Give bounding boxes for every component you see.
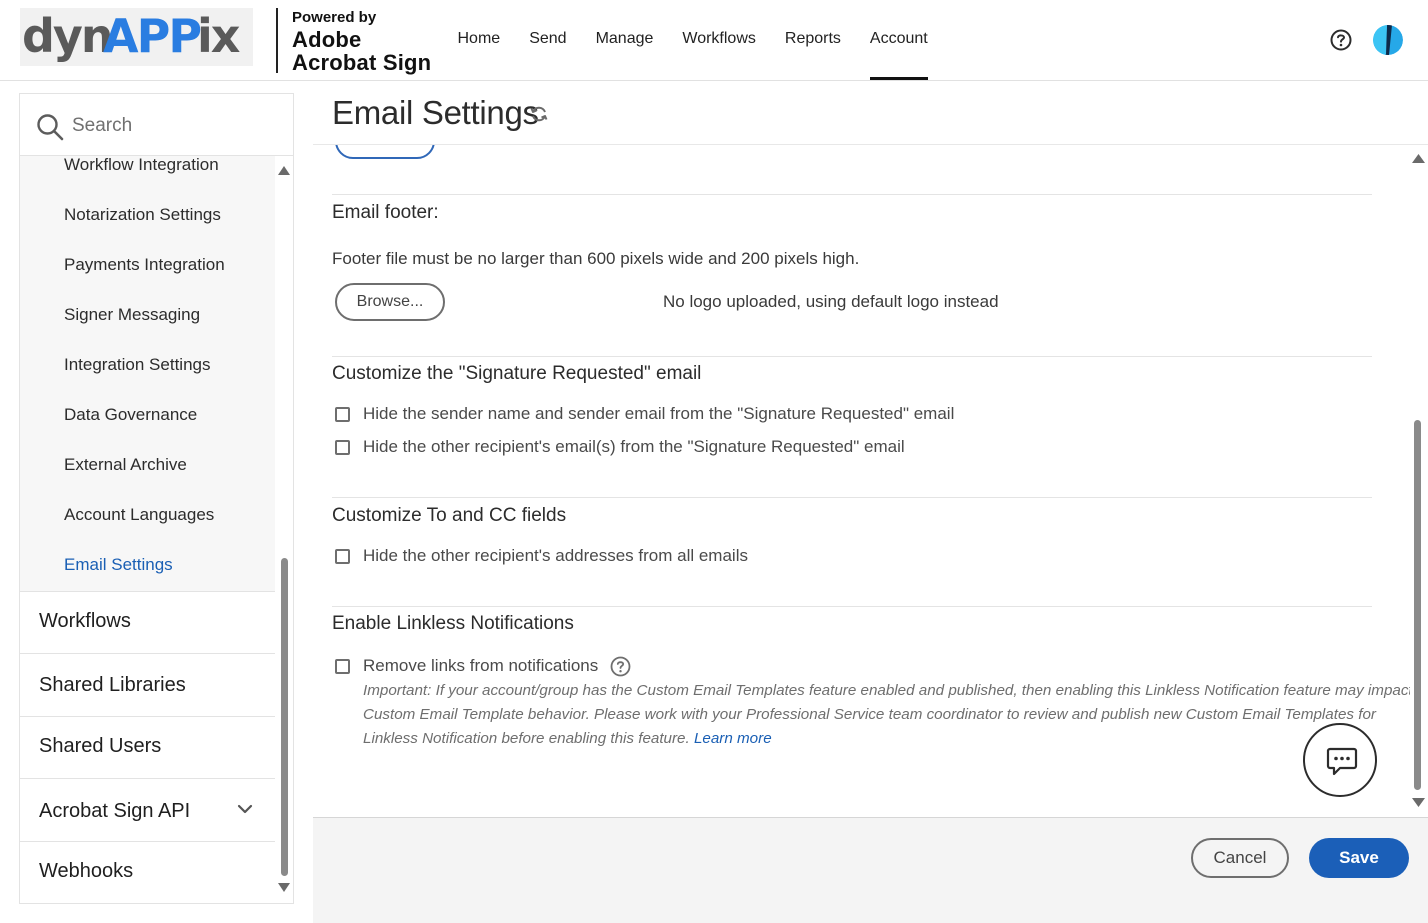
section-divider [332,194,1372,195]
remove-links-label: Remove links from notifications [363,656,599,675]
search-input[interactable] [72,108,272,144]
page-title: Email Settings [332,94,539,131]
dynappix-logo[interactable]: dyn APP ix [20,8,253,66]
content-scrollbar[interactable] [1410,145,1428,817]
scroll-up-arrow-icon[interactable] [1412,154,1425,163]
user-avatar[interactable] [1373,25,1403,55]
sidebar-item-label: Shared Libraries [39,674,186,696]
settings-content: Clear Email footer: Footer file must be … [313,145,1410,817]
chevron-down-icon[interactable] [237,801,253,817]
nav-account[interactable]: Account [855,0,942,80]
important-text: Important: If your account/group has the… [363,682,1410,747]
scroll-down-arrow-icon[interactable] [1412,798,1425,807]
settings-sidebar: Workflow Integration Notarization Settin… [19,93,294,904]
content-scroll-thumb[interactable] [1414,420,1421,790]
hide-addresses-checkbox[interactable] [335,548,350,564]
sidebar-scrollbar[interactable] [276,156,293,903]
section-divider [332,356,1372,357]
scroll-down-arrow-icon[interactable] [278,883,290,892]
hide-sender-label: Hide the sender name and sender email fr… [363,404,955,423]
email-footer-title: Email footer: [332,202,439,223]
chat-button[interactable] [1303,723,1377,797]
section-divider [332,606,1372,607]
sidebar-item-email-settings[interactable]: Email Settings [64,555,173,575]
sidebar-item-payments-integration[interactable]: Payments Integration [64,255,225,275]
remove-links-checkbox[interactable] [335,658,350,674]
sidebar-item-external-archive[interactable]: External Archive [64,455,187,475]
sidebar-item-workflow-integration[interactable]: Workflow Integration [64,155,219,175]
svg-text:dyn: dyn [22,9,112,63]
to-cc-title: Customize To and CC fields [332,505,567,526]
nav-home[interactable]: Home [443,0,515,80]
top-header: dyn APP ix Powered by Adobe Acrobat Sign… [0,0,1428,81]
section-divider [332,497,1372,498]
sidebar-item-data-governance[interactable]: Data Governance [64,405,197,425]
scroll-up-arrow-icon[interactable] [278,166,290,175]
sidebar-item-label: Shared Users [39,735,162,757]
hide-addresses-option: Hide the other recipient's addresses fro… [335,545,748,567]
refresh-icon[interactable] [529,104,549,124]
sidebar-item-label: Acrobat Sign API [39,800,191,822]
email-footer-note: Footer file must be no larger than 600 p… [332,249,860,268]
sidebar-search [20,94,293,156]
linkless-title: Enable Linkless Notifications [332,613,574,634]
cancel-button[interactable]: Cancel [1191,838,1289,878]
sidebar-list: Workflow Integration Notarization Settin… [20,155,275,903]
signature-requested-title: Customize the "Signature Requested" emai… [332,363,702,384]
hide-sender-checkbox[interactable] [335,406,350,422]
account-settings-sublist: Workflow Integration Notarization Settin… [20,155,275,592]
logo-status-text: No logo uploaded, using default logo ins… [663,292,999,311]
nav-reports[interactable]: Reports [770,0,855,80]
remove-links-option: Remove links from notifications [335,655,631,677]
hide-sender-option: Hide the sender name and sender email fr… [335,403,954,425]
chat-bubble-icon [1326,747,1358,776]
clear-button[interactable]: Clear [335,145,435,159]
sidebar-item-notarization-settings[interactable]: Notarization Settings [64,205,221,225]
hide-recipient-emails-checkbox[interactable] [335,439,350,455]
save-button[interactable]: Save [1309,838,1409,878]
help-circle-icon[interactable] [1330,29,1352,51]
hide-recipient-emails-option: Hide the other recipient's email(s) from… [335,436,905,458]
browse-button[interactable]: Browse... [335,283,445,321]
svg-text:APP: APP [103,9,200,63]
sidebar-item-account-languages[interactable]: Account Languages [64,505,214,525]
linkless-important-note: Important: If your account/group has the… [363,679,1410,751]
sidebar-item-integration-settings[interactable]: Integration Settings [64,355,210,375]
main-nav: Home Send Manage Workflows Reports Accou… [443,0,942,80]
search-icon [36,113,64,141]
nav-workflows[interactable]: Workflows [668,0,771,80]
sidebar-item-signer-messaging[interactable]: Signer Messaging [64,305,200,325]
brand-divider [276,8,278,73]
sidebar-item-workflows[interactable]: Workflows [20,591,275,653]
powered-by-label: Powered by [292,9,377,26]
sidebar-item-label: Webhooks [39,860,134,882]
svg-text:ix: ix [197,9,240,63]
nav-send[interactable]: Send [515,0,581,80]
info-help-icon[interactable] [610,656,631,677]
action-footer: Cancel Save [313,817,1428,923]
hide-recipient-emails-label: Hide the other recipient's email(s) from… [363,437,905,456]
sidebar-scroll-thumb[interactable] [281,558,288,876]
brand-acrobat-sign: Acrobat Sign [292,50,432,75]
sidebar-item-acrobat-sign-api[interactable]: Acrobat Sign API [20,778,275,840]
learn-more-link[interactable]: Learn more [694,730,772,747]
nav-manage[interactable]: Manage [581,0,668,80]
hide-addresses-label: Hide the other recipient's addresses fro… [363,546,748,565]
sidebar-item-shared-libraries[interactable]: Shared Libraries [20,653,275,715]
sidebar-item-webhooks[interactable]: Webhooks [20,841,275,903]
sidebar-item-shared-users[interactable]: Shared Users [20,716,275,778]
sidebar-item-label: Workflows [39,610,131,632]
